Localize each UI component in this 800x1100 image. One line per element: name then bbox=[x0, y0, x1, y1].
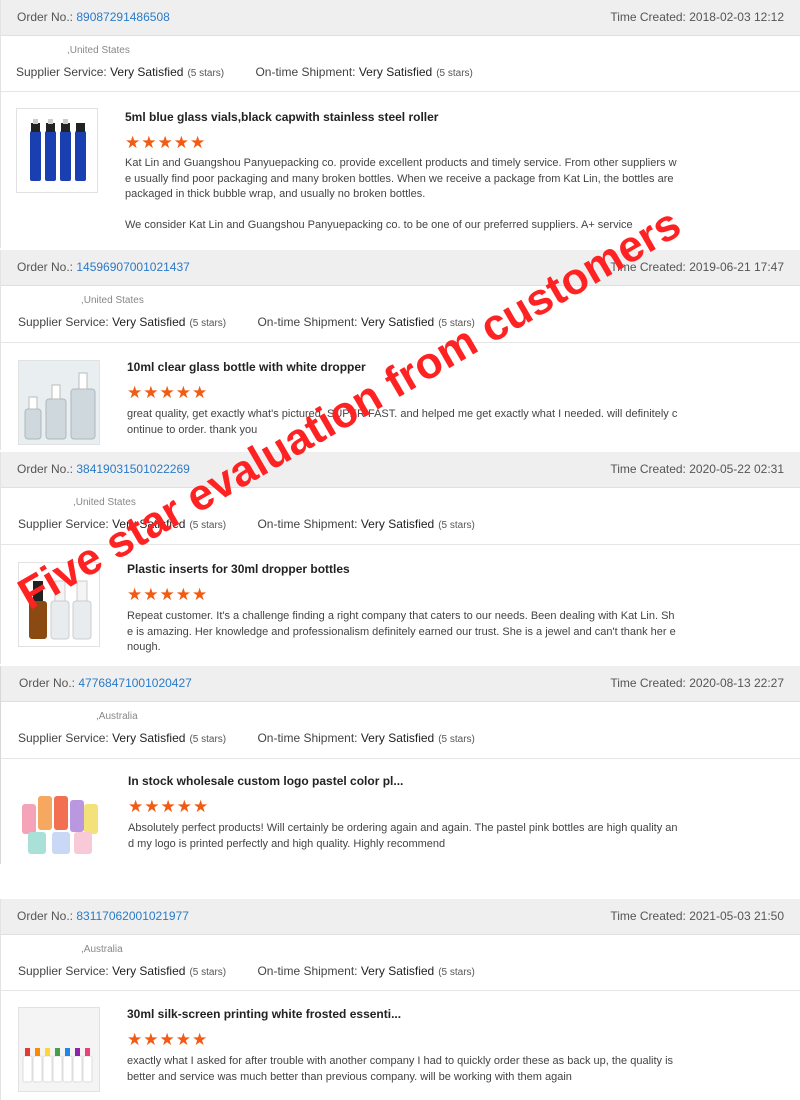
star-rating: ★★★★★ bbox=[127, 383, 209, 402]
order-header: Order No.: 38419031501022269 Time Create… bbox=[1, 452, 800, 488]
blue-vials-icon bbox=[30, 119, 86, 181]
divider bbox=[1, 758, 800, 759]
pastel-bottles-icon bbox=[22, 782, 98, 854]
product-image[interactable] bbox=[18, 360, 100, 445]
buyer-country: ,Australia bbox=[96, 711, 138, 722]
order-number-link[interactable]: 47768471001020427 bbox=[78, 676, 191, 690]
order-number-link[interactable]: 38419031501022269 bbox=[76, 462, 189, 476]
divider bbox=[1, 342, 800, 343]
buyer-country: ,Australia bbox=[81, 944, 123, 955]
product-image[interactable] bbox=[16, 108, 98, 193]
divider bbox=[1, 91, 800, 92]
buyer-country: ,United States bbox=[67, 45, 130, 56]
service-ratings: Supplier Service: Very Satisfied (5 stars… bbox=[18, 964, 475, 978]
product-title[interactable]: 10ml clear glass bottle with white dropp… bbox=[127, 360, 366, 374]
product-image[interactable] bbox=[18, 1007, 100, 1092]
order-header: Order No.: 89087291486508 Time Created: … bbox=[1, 0, 800, 36]
divider bbox=[1, 544, 800, 545]
order-header: Order No.: 83117062001021977 Time Create… bbox=[1, 899, 800, 935]
product-title[interactable]: Plastic inserts for 30ml dropper bottles bbox=[127, 562, 350, 576]
review-text: Absolutely perfect products! Will certai… bbox=[128, 822, 678, 850]
product-image[interactable] bbox=[18, 774, 100, 859]
product-title[interactable]: In stock wholesale custom logo pastel co… bbox=[128, 774, 403, 788]
review-card: Order No.: 47768471001020427 Time Create… bbox=[0, 666, 800, 864]
star-rating: ★★★★★ bbox=[128, 797, 210, 816]
service-ratings: Supplier Service: Very Satisfied (5 stars… bbox=[18, 517, 475, 531]
service-ratings: Supplier Service: Very Satisfied (5 stars… bbox=[16, 65, 473, 79]
review-card: Order No.: 89087291486508 Time Created: … bbox=[0, 0, 800, 248]
time-created: Time Created: 2020-08-13 22:27 bbox=[610, 676, 784, 690]
frosted-bottles-icon bbox=[22, 1048, 93, 1083]
star-rating: ★★★★★ bbox=[127, 585, 209, 604]
product-image[interactable] bbox=[18, 562, 100, 647]
order-number-link[interactable]: 89087291486508 bbox=[76, 10, 169, 24]
buyer-country: ,United States bbox=[73, 497, 136, 508]
review-text: exactly what I asked for after trouble w… bbox=[127, 1055, 674, 1083]
review-card: Order No.: 38419031501022269 Time Create… bbox=[0, 452, 800, 664]
time-created: Time Created: 2021-05-03 21:50 bbox=[610, 909, 784, 923]
review-card: Order No.: 14596907001021437 Time Create… bbox=[0, 250, 800, 450]
order-number-link[interactable]: 14596907001021437 bbox=[76, 260, 189, 274]
order-no-label: Order No.: bbox=[17, 10, 74, 24]
divider bbox=[1, 990, 800, 991]
product-title[interactable]: 30ml silk-screen printing white frosted … bbox=[127, 1007, 401, 1021]
buyer-country: ,United States bbox=[81, 295, 144, 306]
service-ratings: Supplier Service: Very Satisfied (5 stars… bbox=[18, 731, 475, 745]
review-text: Kat Lin and Guangshou Panyuepacking co. … bbox=[125, 157, 677, 231]
star-rating: ★★★★★ bbox=[127, 1030, 209, 1049]
order-header: Order No.: 14596907001021437 Time Create… bbox=[1, 250, 800, 286]
clear-dropper-bottles-icon bbox=[24, 372, 96, 440]
review-card: Order No.: 83117062001021977 Time Create… bbox=[0, 899, 800, 1100]
time-created: Time Created: 2019-06-21 17:47 bbox=[610, 260, 784, 274]
dropper-bottles-icon bbox=[29, 580, 92, 640]
service-ratings: Supplier Service: Very Satisfied (5 stars… bbox=[18, 315, 475, 329]
review-text: great quality, get exactly what's pictur… bbox=[127, 408, 678, 436]
order-number-link[interactable]: 83117062001021977 bbox=[76, 909, 189, 923]
product-title[interactable]: 5ml blue glass vials,black capwith stain… bbox=[125, 110, 438, 124]
star-rating: ★★★★★ bbox=[125, 133, 207, 152]
review-text: Repeat customer. It's a challenge findin… bbox=[127, 610, 676, 653]
order-header: Order No.: 47768471001020427 Time Create… bbox=[1, 666, 800, 702]
time-created: Time Created: 2020-05-22 02:31 bbox=[610, 462, 784, 476]
time-created: Time Created: 2018-02-03 12:12 bbox=[610, 10, 784, 24]
